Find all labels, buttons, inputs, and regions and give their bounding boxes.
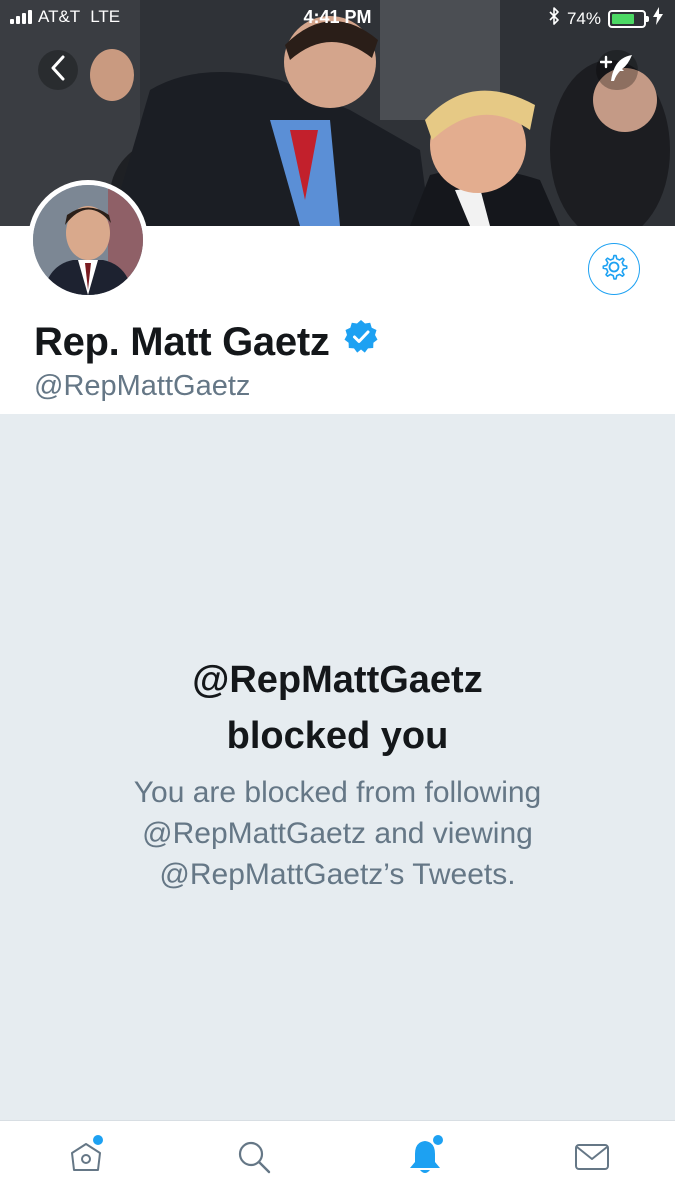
profile-name: Rep. Matt Gaetz — [34, 319, 330, 364]
avatar-image — [33, 185, 143, 295]
status-bar: AT&T LTE 4:41 PM 74% — [0, 0, 675, 36]
blocked-title-text: blocked you — [226, 715, 449, 757]
search-icon — [237, 1140, 271, 1179]
profile-avatar[interactable] — [28, 180, 148, 300]
blocked-title: @RepMattGaetz blocked you — [0, 652, 675, 764]
tab-search[interactable] — [232, 1137, 276, 1181]
tab-home[interactable] — [64, 1135, 108, 1181]
chevron-left-icon — [50, 55, 66, 86]
battery-icon — [608, 9, 649, 28]
messages-icon — [574, 1142, 610, 1177]
status-right: 74% — [548, 7, 663, 30]
bluetooth-icon — [548, 7, 560, 30]
blocked-desc-line3: @RepMattGaetz’s Tweets. — [159, 858, 516, 891]
tab-bar — [0, 1120, 675, 1200]
blocked-desc-line1: You are blocked from following — [133, 776, 542, 809]
charging-icon — [653, 7, 663, 30]
profile-settings-button[interactable] — [588, 243, 640, 295]
blocked-description: You are blocked from following @RepMattG… — [60, 772, 615, 895]
battery-level — [612, 13, 635, 24]
notifications-dot — [433, 1135, 443, 1145]
tab-messages[interactable] — [570, 1137, 614, 1181]
compose-tweet-icon — [599, 53, 634, 88]
verified-badge-icon — [342, 318, 380, 366]
profile-name-row: Rep. Matt Gaetz — [34, 318, 380, 366]
tab-notifications[interactable] — [403, 1135, 447, 1181]
blocked-desc-line2: @RepMattGaetz and viewing — [142, 817, 533, 850]
back-button[interactable] — [38, 50, 78, 90]
battery-percent: 74% — [566, 8, 601, 28]
profile-handle: @RepMattGaetz — [34, 370, 251, 402]
blocked-message-panel: @RepMattGaetz blocked you You are blocke… — [0, 414, 675, 1120]
blocked-title-handle: @RepMattGaetz — [192, 659, 483, 701]
gear-icon — [600, 253, 628, 286]
home-notification-dot — [93, 1135, 103, 1145]
compose-tweet-button[interactable] — [596, 50, 638, 90]
